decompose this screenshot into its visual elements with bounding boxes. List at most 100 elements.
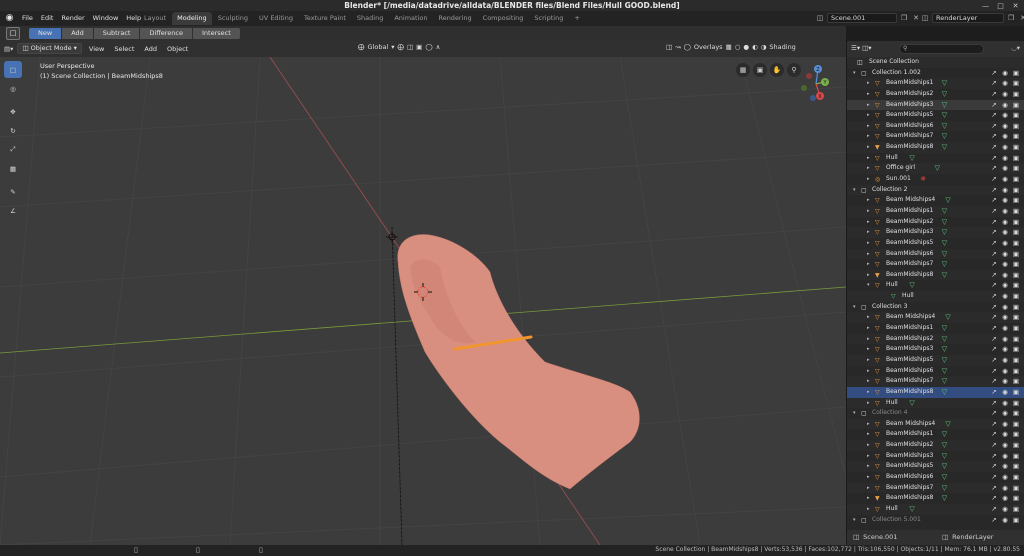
selectable-icon[interactable]: ↗ <box>990 291 998 302</box>
expand-arrow-icon[interactable]: ▸ <box>867 493 870 504</box>
outliner-object-row[interactable]: ▸ ▽ BeamMidships2 ▽ ↗ ◉ ▣ <box>847 217 1024 228</box>
mesh-data-icon[interactable]: ▽ <box>942 227 947 238</box>
selectable-icon[interactable]: ↗ <box>990 493 998 504</box>
camera-render-icon[interactable]: ▣ <box>1012 89 1020 100</box>
mesh-data-icon[interactable]: ▽ <box>945 195 950 206</box>
minimize-icon[interactable]: — <box>981 1 990 10</box>
outliner-object-row[interactable]: ▸ ▽ BeamMidships7 ▽ ↗ ◉ ▣ <box>847 482 1024 494</box>
menu-view[interactable]: View <box>86 45 107 53</box>
selectable-icon[interactable]: ↗ <box>990 483 998 494</box>
eye-icon[interactable]: ◉ <box>1001 280 1009 291</box>
mesh-data-icon[interactable]: ▽ <box>942 483 947 494</box>
camera-render-icon[interactable]: ▣ <box>1012 206 1020 217</box>
outliner-collection-row[interactable]: ▾ ▢ Collection 3 ↗ ◉ ▣ <box>847 302 1024 313</box>
camera-render-icon[interactable]: ▣ <box>1012 174 1020 185</box>
eye-icon[interactable]: ◉ <box>1001 131 1009 142</box>
tab-rendering[interactable]: Rendering <box>433 12 476 25</box>
mesh-data-icon[interactable]: ▽ <box>942 249 947 260</box>
camera-render-icon[interactable]: ▣ <box>1012 259 1020 270</box>
outliner-collection-row[interactable]: ▾ ▢ Collection 4 ↗ ◉ ▣ <box>847 408 1024 419</box>
expand-arrow-icon[interactable]: ▸ <box>867 110 870 121</box>
camera-render-icon[interactable]: ▣ <box>1012 238 1020 249</box>
select-box-tool-icon[interactable]: □ <box>4 61 22 78</box>
selectable-icon[interactable]: ↗ <box>990 142 998 153</box>
outliner-object-row[interactable]: ▸ ▼ BeamMidships8 ▽ ↗ ◉ ▣ <box>847 142 1024 153</box>
eye-icon[interactable]: ◉ <box>1001 153 1009 164</box>
filter-icon[interactable]: ◡▾ <box>1011 44 1020 52</box>
eye-icon[interactable]: ◉ <box>1001 472 1009 483</box>
outliner-collection-row[interactable]: ▾ ▢ Collection 5.001 ↗ ◉ ▣ <box>847 515 1024 526</box>
camera-render-icon[interactable]: ▣ <box>1012 461 1020 472</box>
selectable-icon[interactable]: ↗ <box>990 259 998 270</box>
expand-arrow-icon[interactable]: ▸ <box>867 451 870 462</box>
mesh-data-icon[interactable]: ▽ <box>942 366 947 377</box>
expand-arrow-icon[interactable]: ▾ <box>853 515 856 526</box>
mesh-data-icon[interactable]: ▽ <box>942 259 947 270</box>
render-layer-field[interactable]: RenderLayer <box>932 13 1004 23</box>
expand-arrow-icon[interactable]: ▸ <box>867 153 870 164</box>
menu-select[interactable]: Select <box>111 45 137 53</box>
outliner-object-row[interactable]: ▸ ▽ Hull ▽ ↗ ◉ ▣ <box>847 503 1024 515</box>
eye-icon[interactable]: ◉ <box>1001 366 1009 377</box>
mesh-data-icon[interactable]: ▽ <box>942 238 947 249</box>
snap-icon[interactable]: ◫ <box>407 43 413 51</box>
selectable-icon[interactable]: ↗ <box>990 89 998 100</box>
selectable-icon[interactable]: ↗ <box>990 100 998 111</box>
pivot-icon[interactable]: ⨁ <box>398 43 405 51</box>
mode-new-button[interactable]: New <box>29 28 62 39</box>
camera-render-icon[interactable]: ▣ <box>1012 472 1020 483</box>
camera-render-icon[interactable]: ▣ <box>1012 355 1020 366</box>
eye-icon[interactable]: ◉ <box>1001 440 1009 451</box>
selectable-icon[interactable]: ↗ <box>990 68 998 79</box>
mesh-data-icon[interactable]: ▽ <box>909 280 914 291</box>
mesh-data-icon[interactable]: ▽ <box>942 78 947 89</box>
mesh-data-icon[interactable]: ▽ <box>942 461 947 472</box>
selectable-icon[interactable]: ↗ <box>990 302 998 313</box>
tab-shading[interactable]: Shading <box>352 12 388 25</box>
snap-target-icon[interactable]: ▣ <box>416 43 422 51</box>
chevron-down-icon[interactable]: ▾ <box>391 43 394 51</box>
eye-icon[interactable]: ◉ <box>1001 408 1009 419</box>
camera-render-icon[interactable]: ▣ <box>1012 291 1020 302</box>
outliner-object-row[interactable]: ▸ ▽ Beam Midships4 ▽ ↗ ◉ ▣ <box>847 195 1024 206</box>
light-data-icon[interactable]: ✵ <box>920 174 926 185</box>
mesh-data-icon[interactable]: ▽ <box>942 270 947 281</box>
eye-icon[interactable]: ◉ <box>1001 419 1009 430</box>
mesh-data-icon[interactable]: ▽ <box>942 472 947 483</box>
menu-window[interactable]: Window <box>89 11 123 26</box>
selectable-icon[interactable]: ↗ <box>990 387 998 398</box>
tab-sculpting[interactable]: Sculpting <box>213 12 253 25</box>
eye-icon[interactable]: ◉ <box>1001 323 1009 334</box>
outliner-object-row[interactable]: ▸ ▽ BeamMidships2 ▽ ↗ ◉ ▣ <box>847 89 1024 100</box>
outliner-collection-row[interactable]: ▾ ▢ Collection 2 ↗ ◉ ▣ <box>847 184 1024 196</box>
selectable-icon[interactable]: ↗ <box>990 376 998 387</box>
mesh-data-icon[interactable]: ▽ <box>942 429 947 440</box>
expand-arrow-icon[interactable]: ▸ <box>867 344 870 355</box>
render-layer-icon[interactable]: ◫ <box>920 13 930 23</box>
expand-arrow-icon[interactable]: ▸ <box>867 249 870 260</box>
mesh-data-icon[interactable]: ▽ <box>935 163 940 174</box>
expand-arrow-icon[interactable]: ▸ <box>867 238 870 249</box>
wireframe-shading-icon[interactable]: ○ <box>735 43 741 51</box>
eye-icon[interactable]: ◉ <box>1001 398 1009 409</box>
mesh-data-icon[interactable]: ▽ <box>942 89 947 100</box>
menu-render[interactable]: Render <box>57 11 88 26</box>
selectable-icon[interactable]: ↗ <box>990 429 998 440</box>
selectable-icon[interactable]: ↗ <box>990 270 998 281</box>
mesh-data-icon[interactable]: ▽ <box>942 451 947 462</box>
expand-arrow-icon[interactable]: ▸ <box>867 398 870 409</box>
eye-icon[interactable]: ◉ <box>1001 504 1009 515</box>
menu-object[interactable]: Object <box>164 45 191 53</box>
outliner-object-row[interactable]: ▽ Hull ↗ ◉ ▣ <box>847 291 1024 302</box>
camera-render-icon[interactable]: ▣ <box>1012 227 1020 238</box>
outliner-object-row[interactable]: ▸ ▽ BeamMidships5 ▽ ↗ ◉ ▣ <box>847 354 1024 366</box>
grid-view-icon[interactable]: ▦ <box>736 63 750 77</box>
outliner-object-row[interactable]: ▸ ▽ BeamMidships1 ▽ ↗ ◉ ▣ <box>847 205 1024 217</box>
eye-icon[interactable]: ◉ <box>1001 174 1009 185</box>
expand-arrow-icon[interactable]: ▸ <box>867 174 870 185</box>
expand-arrow-icon[interactable]: ▸ <box>867 429 870 440</box>
measure-tool-icon[interactable]: ∠ <box>4 202 22 219</box>
active-tool-icon[interactable]: □ <box>6 27 20 40</box>
outliner-object-row[interactable]: ▸ ▼ BeamMidships8 ▽ ↗ ◉ ▣ <box>847 493 1024 504</box>
camera-render-icon[interactable]: ▣ <box>1012 121 1020 132</box>
